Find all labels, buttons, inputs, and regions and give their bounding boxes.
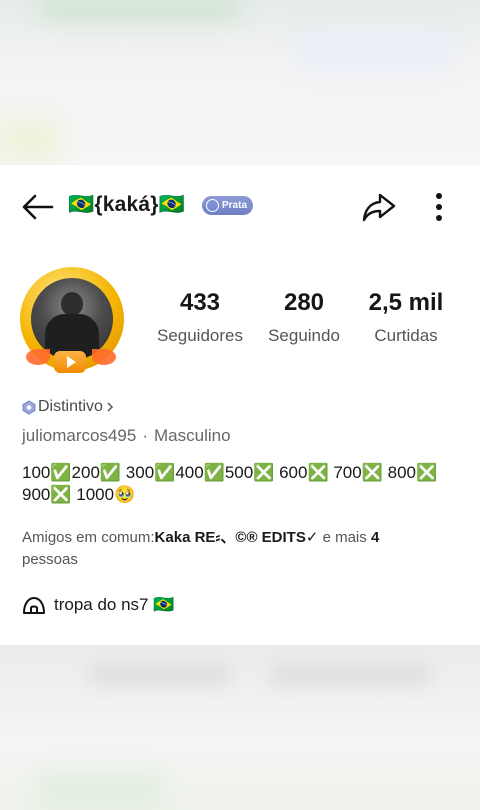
- stat-followers[interactable]: 433 Seguidores: [150, 289, 250, 346]
- mutual-friend-count: 4: [370, 529, 380, 546]
- avatar-photo: [31, 278, 113, 360]
- share-icon: [362, 193, 396, 222]
- group-link[interactable]: tropa do ns7 🇧🇷: [22, 595, 174, 615]
- stat-likes[interactable]: 2,5 mil Curtidas: [362, 289, 450, 346]
- more-vertical-icon: [436, 193, 442, 221]
- following-count: 280: [283, 289, 325, 316]
- mutual-friends[interactable]: Amigos em comum:Kaka RE⸗、©® EDITS✓ e mai…: [22, 527, 462, 571]
- distintivo-label: Distintivo: [38, 398, 103, 415]
- bio-text: 100✅200✅ 300✅400✅500❎ 600❎ 700❎ 800❎ 900…: [22, 463, 438, 504]
- tier-badge[interactable]: Prata: [202, 196, 254, 215]
- tier-badge-label: Prata: [222, 200, 248, 211]
- hexagon-badge-icon: [22, 399, 36, 415]
- more-options-button[interactable]: [426, 187, 452, 227]
- following-label: Seguindo: [268, 326, 340, 345]
- back-arrow-icon: [22, 194, 54, 220]
- profile-card: 🇧🇷{kaká}🇧🇷 Prata 433 Seguidores 280 Segu…: [0, 165, 480, 645]
- blurred-background-bottom: [0, 645, 480, 810]
- live-play-icon: [54, 351, 86, 373]
- followers-count: 433: [179, 289, 221, 316]
- blurred-background-top: [0, 0, 480, 165]
- stat-following[interactable]: 280 Seguindo: [262, 289, 346, 346]
- mutual-friend-names: Kaka RE⸗、©® EDITS✓: [154, 529, 319, 546]
- group-dome-icon: [23, 597, 45, 614]
- back-button[interactable]: [20, 189, 56, 225]
- distintivo-link[interactable]: Distintivo: [22, 398, 115, 416]
- group-name: tropa do ns7 🇧🇷: [54, 595, 175, 614]
- username: juliomarcos495: [22, 426, 137, 445]
- username-line: juliomarcos495 · Masculino: [22, 426, 231, 445]
- likes-label: Curtidas: [374, 326, 438, 345]
- profile-display-name: 🇧🇷{kaká}🇧🇷: [68, 193, 185, 216]
- likes-count: 2,5 mil: [368, 289, 444, 316]
- gender: Masculino: [154, 426, 231, 445]
- share-button[interactable]: [360, 189, 398, 225]
- silver-badge-icon: [206, 199, 219, 212]
- avatar[interactable]: [14, 263, 134, 381]
- followers-label: Seguidores: [156, 326, 243, 345]
- chevron-right-icon: [107, 402, 114, 412]
